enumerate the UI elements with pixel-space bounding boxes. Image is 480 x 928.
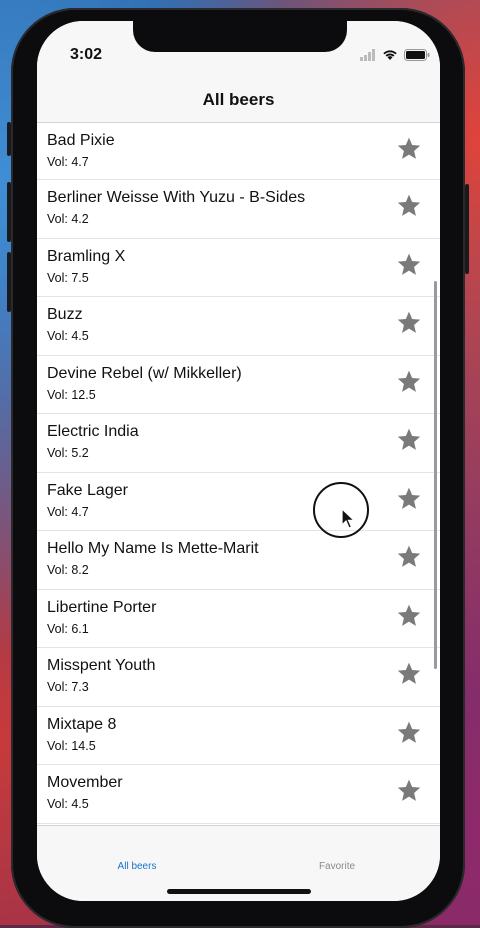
cursor-arrow-icon: [341, 508, 356, 529]
favorite-star-icon[interactable]: [396, 544, 422, 570]
battery-icon: [404, 49, 430, 61]
volume-up-button: [7, 182, 11, 242]
beer-name: Movember: [47, 774, 123, 791]
beer-name: Berliner Weisse With Yuzu - B-Sides: [47, 189, 306, 206]
beer-name: Mixtape 8: [47, 715, 117, 733]
beer-name: Bramling X: [47, 247, 126, 265]
app-screen: 3:02 All beers Bad Pixie Vol: 4.7 Berlin…: [37, 21, 440, 901]
beer-volume: Vol: 7.3: [47, 680, 89, 694]
beer-row[interactable]: Hello My Name Is Mette-Marit Vol: 8.2: [37, 531, 440, 590]
beer-name: Buzz: [47, 306, 83, 323]
scrollbar[interactable]: [434, 281, 437, 669]
beer-row[interactable]: Electric India Vol: 5.2: [37, 414, 440, 473]
favorite-star-icon[interactable]: [396, 427, 422, 453]
page-title: All beers: [202, 90, 275, 109]
beer-volume: Vol: 12.5: [47, 387, 96, 402]
beer-row[interactable]: Berliner Weisse With Yuzu - B-Sides Vol: …: [37, 180, 440, 239]
beer-name: Libertine Porter: [47, 598, 157, 616]
wifi-icon: [383, 50, 397, 60]
beer-name: Devine Rebel (w/ Mikkeller): [47, 364, 242, 382]
favorite-star-icon[interactable]: [396, 603, 422, 629]
side-button: [465, 184, 469, 274]
beer-row[interactable]: Misspent Youth Vol: 7.3: [37, 648, 440, 707]
favorite-star-icon[interactable]: [396, 720, 422, 746]
beer-row[interactable]: Bad Pixie Vol: 4.7: [37, 123, 440, 180]
navigation-bar: All beers: [37, 83, 440, 123]
favorite-star-icon[interactable]: [396, 778, 422, 804]
beer-volume: Vol: 7.5: [47, 270, 89, 285]
beer-volume: Vol: 6.1: [47, 621, 89, 636]
beer-name: Hello My Name Is Mette-Marit: [47, 540, 259, 557]
volume-down-button: [7, 252, 11, 312]
status-icons: [360, 48, 430, 62]
signal-icon: [360, 49, 375, 61]
beer-volume: Vol: 4.2: [47, 212, 89, 226]
tab-all-beers[interactable]: All beers: [37, 861, 237, 872]
favorite-star-icon[interactable]: [396, 661, 422, 687]
beer-name: Bad Pixie: [47, 132, 115, 149]
beer-row[interactable]: Devine Rebel (w/ Mikkeller) Vol: 12.5: [37, 356, 440, 414]
beer-volume: Vol: 5.2: [47, 446, 89, 460]
status-bar: 3:02: [37, 21, 440, 91]
beer-name: Electric India: [47, 423, 139, 440]
home-indicator[interactable]: [167, 889, 311, 894]
favorite-star-icon[interactable]: [396, 252, 422, 278]
beer-row[interactable]: Bramling X Vol: 7.5: [37, 239, 440, 297]
beer-volume: Vol: 4.5: [47, 797, 89, 811]
beer-name: Fake Lager: [47, 481, 128, 499]
favorite-star-icon[interactable]: [396, 369, 422, 395]
beer-row[interactable]: Buzz Vol: 4.5: [37, 297, 440, 356]
beer-row[interactable]: Mixtape 8 Vol: 14.5: [37, 707, 440, 765]
mute-switch: [7, 122, 11, 156]
favorite-star-icon[interactable]: [396, 193, 422, 219]
notch: [133, 21, 347, 52]
beer-volume: Vol: 8.2: [47, 563, 89, 577]
favorite-star-icon[interactable]: [396, 310, 422, 336]
beer-volume: Vol: 4.7: [47, 504, 89, 519]
favorite-star-icon[interactable]: [396, 486, 422, 512]
beer-row[interactable]: Fake Lager Vol: 4.7: [37, 473, 440, 531]
beer-row[interactable]: Libertine Porter Vol: 6.1: [37, 590, 440, 648]
status-time: 3:02: [70, 46, 103, 63]
beer-volume: Vol: 14.5: [47, 738, 96, 753]
beer-list[interactable]: Bad Pixie Vol: 4.7 Berliner Weisse With Yu…: [37, 123, 440, 826]
favorite-star-icon[interactable]: [396, 136, 422, 162]
beer-volume: Vol: 4.5: [47, 329, 89, 343]
beer-name: Misspent Youth: [47, 657, 156, 674]
tab-favorite[interactable]: Favorite: [237, 861, 437, 872]
beer-volume: Vol: 4.7: [47, 155, 89, 169]
beer-row[interactable]: Movember Vol: 4.5: [37, 765, 440, 824]
